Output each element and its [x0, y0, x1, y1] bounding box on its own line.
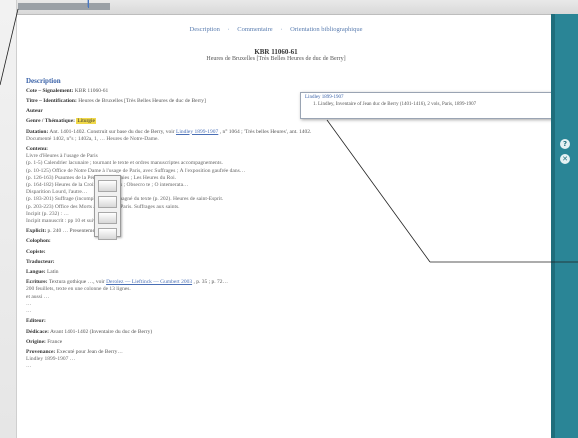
provenance-line: …: [26, 363, 32, 370]
titre-value: Heures de Bruxelles [Très Belles Heures …: [78, 98, 206, 105]
explicit-label: Explicit:: [26, 228, 47, 235]
question-icon[interactable]: ?: [560, 139, 570, 149]
dedicace-value: Avant 1401-1402 (Inventaire du duc de Be…: [49, 328, 153, 335]
traducteur-row: Traducteur:: [26, 259, 526, 266]
editeur-row: Éditeur:: [26, 318, 526, 325]
palette-button[interactable]: [98, 180, 117, 192]
contenu-line: (p. 1-5) Calendrier lacunaire ; tournant…: [26, 160, 223, 167]
tool-palette: [94, 175, 121, 240]
title-selection: [18, 3, 110, 10]
document-subtitle: Heures de Bruxelles [Très Belles Heures …: [206, 56, 346, 63]
provenance-line: Lindley 1899-1907 …: [26, 356, 76, 363]
palette-button[interactable]: [98, 196, 117, 208]
contenu-label: Contenu:: [26, 146, 49, 153]
contenu-row: Contenu:: [26, 146, 526, 153]
popup-title: Lindley 1899-1907: [305, 95, 344, 100]
cote-label: Cote – Signalement:: [26, 87, 74, 94]
datation-link[interactable]: Lindley 1899-1907: [176, 129, 218, 135]
genre-label: Genre / Thématique:: [26, 118, 75, 125]
dedicace-label: Dédicace:: [26, 328, 49, 335]
cote-value: KBR 11060-61: [74, 87, 109, 94]
window-top-bar: [0, 0, 578, 15]
origine-label: Origine:: [26, 338, 46, 345]
popup-detail: 1. Lindley, Inventaire of Jean duc de Be…: [313, 102, 477, 107]
langue-label: Langue:: [26, 269, 46, 276]
ecriture-line: …: [26, 308, 32, 315]
tab-commentaire[interactable]: Commentaire: [237, 26, 272, 33]
genre-value: Liturgie: [76, 118, 96, 125]
ecriture-line: …: [26, 300, 32, 307]
datation-row: Datation: Ant. 1401-1402. Construit sur …: [26, 129, 526, 136]
cursor-marker: [88, 0, 89, 8]
tab-bar: Description · Commentaire · Orientation …: [189, 26, 363, 33]
provenance-label: Provenance:: [26, 348, 56, 355]
datation-tail: , n° 1064 ; 'Très belles Heures', ant. 1…: [219, 128, 312, 135]
dedicace-row: Dédicace: Avant 1401-1402 (Inventaire du…: [26, 329, 526, 336]
close-icon[interactable]: ✕: [560, 154, 570, 164]
ecriture-line: et aussi …: [26, 293, 50, 300]
copiste-row: Copiste:: [26, 249, 526, 256]
ecriture-label: Écriture:: [26, 279, 48, 286]
document-id: KBR 11060-61: [254, 48, 298, 57]
auteur-label: Auteur: [26, 108, 43, 115]
colophon-label: Colophon:: [26, 238, 51, 245]
traducteur-label: Traducteur:: [26, 258, 55, 265]
reference-popup: Lindley 1899-1907 1. Lindley, Inventaire…: [300, 92, 562, 119]
palette-button[interactable]: [98, 212, 117, 224]
left-sidebar: [0, 0, 17, 438]
origine-value: France: [47, 338, 63, 345]
tab-description[interactable]: Description: [190, 26, 220, 33]
contenu-line: Livre d'Heures à l'usage de Paris: [26, 153, 98, 160]
provenance-line: Executé pour Jean de Berry…: [56, 348, 123, 355]
origine-row: Origine: France: [26, 339, 526, 346]
datation-line-2: Documenté 1402, n°s ; 1402a, 1, … Heures…: [26, 135, 159, 142]
langue-row: Langue: Latin: [26, 269, 526, 276]
genre-row: Genre / Thématique: Liturgie: [26, 118, 526, 125]
ecriture-line: 200 feuillets, texte en une colonne de 1…: [26, 286, 131, 293]
palette-button[interactable]: [98, 228, 117, 240]
ecriture-value: Textura gothique …, voir: [48, 279, 105, 286]
section-title: Description: [26, 76, 61, 85]
datation-value: Ant. 1401-1402. Construit sur base du du…: [49, 128, 175, 135]
contenu-line: (p. 10-125) Office de Notre Dame à l'usa…: [26, 167, 246, 174]
copiste-label: Copiste:: [26, 248, 46, 255]
ecriture-link[interactable]: Derolez — Lieftinck — Gumbert 2003: [106, 279, 192, 285]
right-sidebar: ? ✕: [551, 14, 578, 438]
langue-value: Latin: [46, 269, 59, 276]
provenance-row: Provenance: Executé pour Jean de Berry…: [26, 349, 526, 356]
tab-orientation[interactable]: Orientation bibliographique: [290, 26, 362, 33]
ecriture-row: Écriture: Textura gothique …, voir Derol…: [26, 279, 526, 286]
editeur-label: Éditeur:: [26, 318, 46, 325]
datation-label: Datation:: [26, 128, 49, 135]
titre-label: Titre – Identification:: [26, 98, 77, 105]
sidebar-strip: [551, 14, 555, 438]
ecriture-tail: , p. 35 ; p. 72…: [193, 279, 228, 286]
